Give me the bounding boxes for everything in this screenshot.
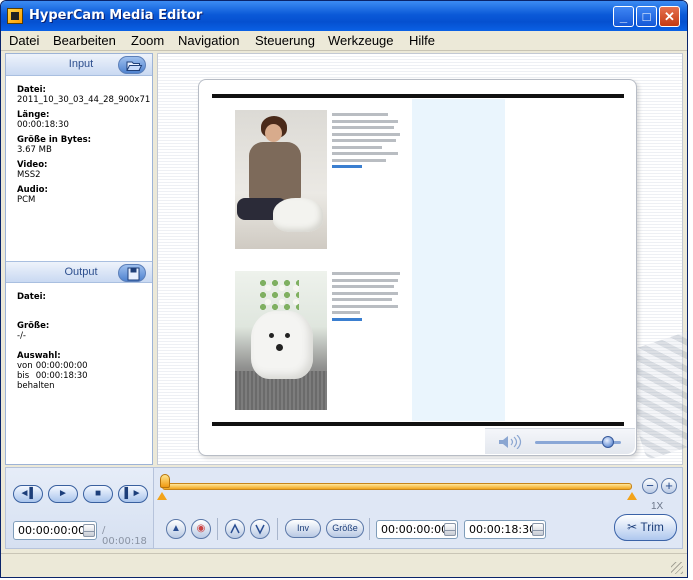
start-time-field[interactable]: 00:00:00:00 (376, 520, 458, 539)
selection-to-label: bis (17, 371, 30, 381)
current-time-value: 00:00:00:00 (18, 524, 86, 537)
input-video-label: Video: (17, 160, 48, 170)
fade-in-icon (230, 523, 240, 534)
output-file-label: Datei: (17, 292, 46, 302)
output-size-label: Größe: (17, 321, 50, 331)
status-bar (1, 553, 687, 577)
toolbar-separator-2 (277, 518, 278, 540)
current-time-field[interactable]: 00:00:00:00 (13, 521, 97, 540)
selection-from-row: von 00:00:00:00 (17, 361, 88, 371)
resize-grip-icon[interactable] (671, 562, 683, 574)
menu-bearbeiten[interactable]: Bearbeiten (53, 33, 116, 48)
maximize-button[interactable]: □ (636, 6, 657, 27)
input-video-value: MSS2 (17, 170, 41, 180)
invert-selection-button[interactable]: Inv (285, 519, 321, 538)
output-panel-header: Output (6, 261, 152, 283)
end-time-spinner[interactable] (532, 523, 544, 536)
folder-open-icon[interactable] (118, 56, 146, 74)
input-panel-header: Input (6, 54, 152, 76)
current-time-spinner[interactable] (83, 524, 95, 537)
input-file-label: Datei: (17, 85, 46, 95)
timeline[interactable] (157, 471, 677, 511)
menu-steuerung[interactable]: Steuerung (255, 33, 315, 48)
selection-keep-text: behalten (17, 381, 55, 391)
zoom-out-button[interactable]: − (642, 478, 658, 494)
selection-from-label: von (17, 361, 33, 371)
menu-datei[interactable]: Datei (9, 33, 39, 48)
menu-bar: Datei Bearbeiten Zoom Navigation Steueru… (1, 31, 687, 51)
input-length-value: 00:00:18:30 (17, 120, 69, 130)
next-frame-button[interactable]: ▌► (118, 485, 148, 503)
input-audio-value: PCM (17, 195, 36, 205)
speaker-icon[interactable] (497, 434, 523, 450)
preview-top-bar (212, 94, 624, 98)
dog-figure-2 (251, 311, 313, 379)
app-window: HyperCam Media Editor _ □ ✕ Datei Bearbe… (0, 0, 688, 578)
input-size-label: Größe in Bytes: (17, 135, 92, 145)
preview-text-block-2 (332, 272, 402, 324)
input-audio-label: Audio: (17, 185, 48, 195)
app-icon (7, 8, 23, 24)
output-panel-title: Output (64, 266, 98, 278)
selection-end-marker[interactable] (627, 492, 637, 500)
selection-start-marker[interactable] (157, 492, 167, 500)
fade-in-button[interactable] (225, 519, 245, 539)
trim-button[interactable]: ✂ Trim (614, 514, 677, 541)
output-info: Datei: Größe: -/- Auswahl: von 00:00:00:… (17, 292, 88, 391)
minimize-button[interactable]: _ (613, 6, 634, 27)
selection-to-value: 00:00:18:30 (35, 371, 88, 381)
close-button[interactable]: ✕ (659, 6, 680, 27)
selection-from-value: 00:00:00:00 (35, 361, 88, 371)
output-selection-label: Auswahl: (17, 351, 61, 361)
previous-frame-button[interactable]: ◄▌ (13, 485, 43, 503)
start-time-value: 00:00:00:00 (381, 523, 449, 536)
fade-out-button[interactable] (250, 519, 270, 539)
toolbar-separator-1 (217, 518, 218, 540)
video-preview (198, 79, 637, 456)
preview-bottom-bar (212, 422, 624, 426)
menu-werkzeuge[interactable]: Werkzeuge (328, 33, 394, 48)
woman-face (265, 124, 282, 142)
selection-to-row: bis 00:00:18:30 (17, 371, 88, 381)
scissors-icon: ✂ (627, 520, 638, 534)
woman-figure (249, 142, 301, 202)
start-time-spinner[interactable] (444, 523, 456, 536)
volume-slider-knob[interactable] (602, 436, 615, 448)
menu-navigation[interactable]: Navigation (178, 33, 239, 48)
end-time-value: 00:00:18:30 (469, 523, 537, 536)
save-icon[interactable] (118, 264, 146, 282)
trim-button-label: Trim (640, 520, 664, 534)
input-file-value: 2011_10_30_03_44_28_900x71 (17, 95, 151, 105)
title-bar[interactable]: HyperCam Media Editor _ □ ✕ (1, 1, 687, 31)
input-length-label: Länge: (17, 110, 50, 120)
play-button[interactable]: ► (48, 485, 78, 503)
playback-panel: ◄▌ ► ■ ▌► 00:00:00:00 / 00:00:18 (6, 468, 154, 548)
stop-button[interactable]: ■ (83, 485, 113, 503)
size-button[interactable]: Größe (326, 519, 364, 538)
zoom-in-button[interactable]: + (661, 478, 677, 494)
timeline-position-handle[interactable] (160, 474, 170, 488)
preview-text-block-1 (332, 113, 402, 172)
toolbar-separator-3 (369, 518, 370, 540)
volume-control (485, 428, 635, 454)
zoom-level-label: 1X (651, 501, 664, 512)
fade-out-icon (255, 524, 265, 535)
menu-zoom[interactable]: Zoom (131, 33, 164, 48)
total-time-label: / 00:00:18 (102, 525, 147, 547)
output-size-value: -/- (17, 331, 26, 341)
sidebar: Input Datei: 2011_10_30_03_44_28_900x71 … (5, 53, 153, 465)
preview-photo-woman-dog (235, 110, 327, 249)
input-size-value: 3.67 MB (17, 145, 52, 155)
mark-in-button[interactable]: ▲ (166, 519, 186, 539)
preview-photo-dog (235, 271, 327, 410)
dog-figure (273, 198, 323, 232)
menu-hilfe[interactable]: Hilfe (409, 33, 435, 48)
input-panel-title: Input (68, 58, 94, 70)
input-info: Datei: 2011_10_30_03_44_28_900x71 Länge:… (17, 85, 150, 205)
preview-side-column (412, 99, 505, 421)
window-title: HyperCam Media Editor (29, 8, 203, 23)
end-time-field[interactable]: 00:00:18:30 (464, 520, 546, 539)
mark-out-button[interactable]: ◉ (191, 519, 211, 539)
timeline-track[interactable] (162, 483, 632, 490)
